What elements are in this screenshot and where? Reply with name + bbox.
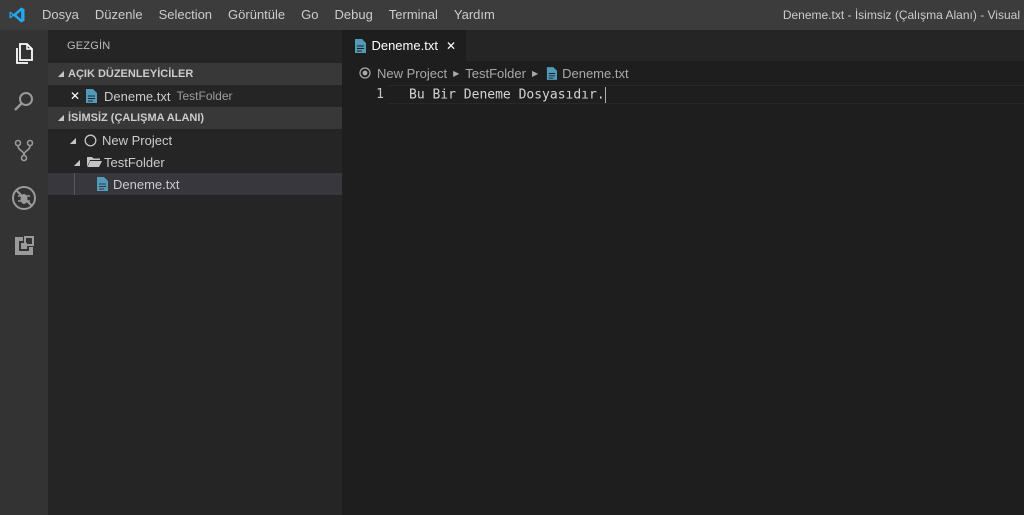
menu-duzenle[interactable]: Düzenle <box>87 0 151 30</box>
window-title: Deneme.txt - İsimsiz (Çalışma Alanı) - V… <box>782 8 1020 22</box>
title-bar: Dosya Düzenle Selection Görüntüle Go Deb… <box>0 0 1024 30</box>
menu-selection[interactable]: Selection <box>151 0 220 30</box>
file-icon <box>544 66 558 80</box>
tree-item-project[interactable]: ◢ New Project <box>48 129 342 151</box>
sidebar-title: GEZGİN <box>67 40 111 52</box>
file-icon <box>82 89 100 103</box>
tree-item-file[interactable]: Deneme.txt <box>48 173 342 195</box>
file-icon <box>352 38 367 53</box>
open-editor-item[interactable]: ✕ Deneme.txt TestFolder <box>48 85 342 107</box>
tree-item-folder[interactable]: ◢ TestFolder <box>48 151 342 173</box>
debug-icon[interactable] <box>0 174 48 222</box>
breadcrumb: New Project ▶ TestFolder ▶ Deneme.txt <box>342 61 1024 85</box>
folder-name: TestFolder <box>104 154 165 170</box>
close-icon[interactable]: ✕ <box>68 89 82 103</box>
file-icon <box>92 177 112 191</box>
current-line-highlight <box>388 85 1024 104</box>
menu-goruntule[interactable]: Görüntüle <box>220 0 293 30</box>
breadcrumb-project[interactable]: New Project <box>377 66 447 81</box>
menu-terminal[interactable]: Terminal <box>381 0 446 30</box>
tab-bar: Deneme.txt ✕ <box>342 30 1024 61</box>
project-root-icon <box>358 67 372 79</box>
breadcrumb-file[interactable]: Deneme.txt <box>562 66 628 81</box>
file-name: Deneme.txt <box>113 176 180 192</box>
editor-area: Deneme.txt ✕ New Project ▶ TestFolder ▶ … <box>342 30 1024 515</box>
menu-dosya[interactable]: Dosya <box>34 0 87 30</box>
project-name: New Project <box>102 132 173 148</box>
open-editor-filename: Deneme.txt <box>104 88 171 104</box>
open-editor-folder: TestFolder <box>176 89 233 103</box>
vscode-logo-icon <box>0 0 34 30</box>
workspace-header[interactable]: ◢ İSİMSİZ (ÇALIŞMA ALANI) <box>48 107 342 129</box>
vscode-window: Dosya Düzenle Selection Görüntüle Go Deb… <box>0 0 1024 515</box>
close-icon[interactable]: ✕ <box>446 39 456 53</box>
tab-deneme-txt[interactable]: Deneme.txt ✕ <box>342 30 466 61</box>
folder-open-icon <box>84 156 104 168</box>
line-number: 1 <box>376 87 384 102</box>
menu-bar: Dosya Düzenle Selection Görüntüle Go Deb… <box>34 0 503 30</box>
extensions-icon[interactable] <box>0 222 48 270</box>
menu-debug[interactable]: Debug <box>326 0 380 30</box>
explorer-sidebar: GEZGİN ◢ AÇIK DÜZENLEYİCİLER ✕ Deneme.tx… <box>48 30 342 515</box>
explorer-icon[interactable] <box>0 30 48 78</box>
source-control-icon[interactable] <box>0 126 48 174</box>
indent-guide <box>74 173 75 195</box>
chevron-down-icon: ◢ <box>57 113 65 122</box>
project-root-icon <box>80 134 100 147</box>
open-editors-label: AÇIK DÜZENLEYİCİLER <box>68 68 194 80</box>
breadcrumb-folder[interactable]: TestFolder <box>465 66 526 81</box>
tab-label: Deneme.txt <box>371 38 438 53</box>
chevron-down-icon: ◢ <box>73 157 81 167</box>
activity-bar <box>0 30 48 515</box>
open-editors-header[interactable]: ◢ AÇIK DÜZENLEYİCİLER <box>48 63 342 85</box>
code-line[interactable]: 1 Bu Bir Deneme Dosyasıdır. <box>342 85 1024 104</box>
menu-go[interactable]: Go <box>293 0 326 30</box>
workspace-label: İSİMSİZ (ÇALIŞMA ALANI) <box>68 112 205 124</box>
search-icon[interactable] <box>0 78 48 126</box>
chevron-down-icon: ◢ <box>69 135 77 145</box>
chevron-right-icon: ▶ <box>531 68 539 78</box>
menu-yardim[interactable]: Yardım <box>446 0 503 30</box>
chevron-down-icon: ◢ <box>57 69 65 78</box>
chevron-right-icon: ▶ <box>453 68 460 78</box>
